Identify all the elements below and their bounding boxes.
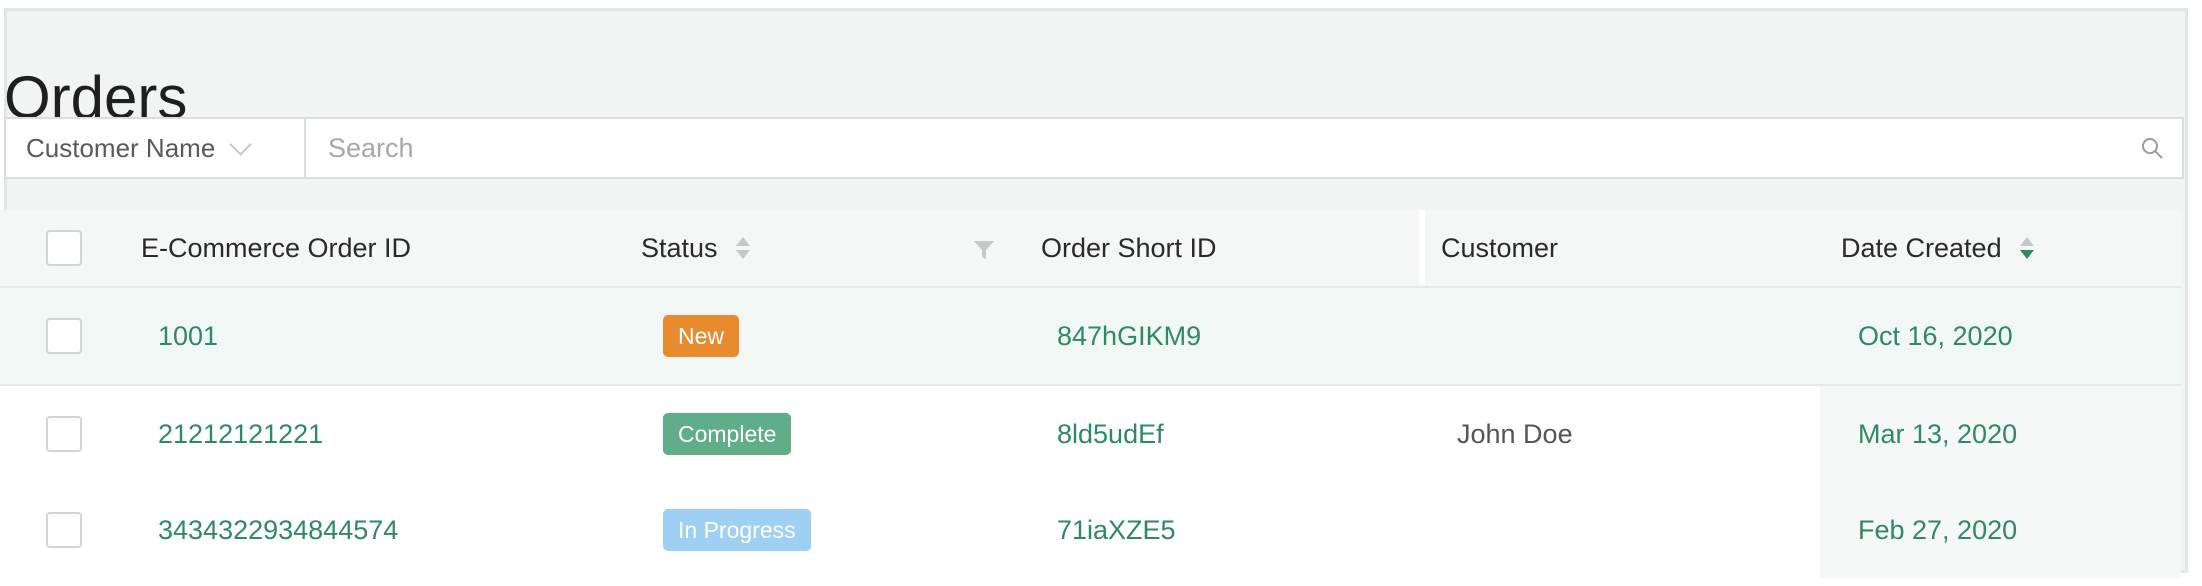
select-all-cell — [46, 210, 82, 286]
search-field-label: Customer Name — [26, 132, 216, 163]
sort-asc-arrow — [735, 237, 750, 246]
chevron-down-icon — [229, 133, 253, 156]
date-cell: Mar 13, 2020 — [1858, 386, 2017, 482]
status-badge: Complete — [663, 413, 792, 455]
column-header-order-id[interactable]: E-Commerce Order ID — [141, 210, 411, 286]
date-created-value: Oct 16, 2020 — [1858, 320, 2013, 351]
status-badge: New — [663, 315, 740, 357]
order-id-link[interactable]: 21212121221 — [158, 419, 323, 450]
date-created-value: Mar 13, 2020 — [1858, 418, 2018, 449]
short-id-link[interactable]: 8ld5udEf — [1057, 419, 1164, 450]
table-row[interactable]: 1001 New 847hGIKM9 Oct 16, 2020 — [0, 288, 2181, 386]
order-id-cell: 1001 — [158, 288, 218, 384]
row-select-cell — [46, 386, 82, 482]
row-checkbox[interactable] — [46, 416, 82, 452]
row-checkbox[interactable] — [46, 318, 82, 354]
table-row[interactable]: 3434322934844574 In Progress 71iaXZE5 Fe… — [0, 482, 2181, 578]
short-id-cell: 8ld5udEf — [1057, 386, 1164, 482]
row-checkbox[interactable] — [46, 512, 82, 548]
status-cell: New — [663, 288, 740, 384]
search-icon[interactable] — [2122, 119, 2182, 177]
column-header-label: Customer — [1441, 232, 1559, 263]
column-header-label: Date Created — [1841, 232, 2002, 263]
orders-table: E-Commerce Order ID Status Order Short I… — [0, 210, 2181, 578]
order-id-cell: 21212121221 — [158, 386, 323, 482]
column-header-date-created[interactable]: Date Created — [1841, 210, 2034, 286]
select-all-checkbox[interactable] — [46, 230, 82, 266]
customer-cell: John Doe — [1457, 386, 1573, 482]
short-id-cell: 847hGIKM9 — [1057, 288, 1201, 384]
short-id-link[interactable]: 71iaXZE5 — [1057, 515, 1176, 546]
column-header-customer[interactable]: Customer — [1441, 210, 1558, 286]
sort-icon[interactable] — [735, 237, 750, 259]
sort-asc-arrow — [2019, 237, 2034, 246]
status-cell: Complete — [663, 386, 792, 482]
row-select-cell — [46, 288, 82, 384]
status-badge: In Progress — [663, 509, 811, 551]
order-id-link[interactable]: 1001 — [158, 321, 218, 352]
status-cell: In Progress — [663, 482, 811, 578]
date-cell: Feb 27, 2020 — [1858, 482, 2017, 578]
sort-desc-arrow — [2019, 250, 2034, 259]
column-header-status[interactable]: Status — [641, 210, 750, 286]
sort-desc-arrow — [735, 250, 750, 259]
row-select-cell — [46, 482, 82, 578]
customer-name: John Doe — [1457, 418, 1573, 449]
filter-icon[interactable] — [972, 239, 996, 261]
date-created-value: Feb 27, 2020 — [1858, 514, 2018, 545]
search-input[interactable] — [306, 118, 2122, 178]
search-bar: Customer Name — [4, 117, 2184, 179]
column-header-label: E-Commerce Order ID — [141, 232, 412, 263]
table-row[interactable]: 21212121221 Complete 8ld5udEf John Doe M… — [0, 386, 2181, 482]
table-header: E-Commerce Order ID Status Order Short I… — [0, 210, 2181, 288]
search-field-dropdown[interactable]: Customer Name — [6, 119, 306, 177]
short-id-link[interactable]: 847hGIKM9 — [1057, 321, 1201, 352]
date-cell: Oct 16, 2020 — [1858, 288, 2013, 384]
column-divider[interactable] — [1419, 210, 1425, 286]
short-id-cell: 71iaXZE5 — [1057, 482, 1176, 578]
order-id-link[interactable]: 3434322934844574 — [158, 515, 398, 546]
sort-icon[interactable] — [2019, 237, 2034, 259]
column-header-short-id[interactable]: Order Short ID — [1041, 210, 1217, 286]
column-header-label: Order Short ID — [1041, 232, 1217, 263]
column-header-label: Status — [641, 232, 718, 263]
order-id-cell: 3434322934844574 — [158, 482, 398, 578]
